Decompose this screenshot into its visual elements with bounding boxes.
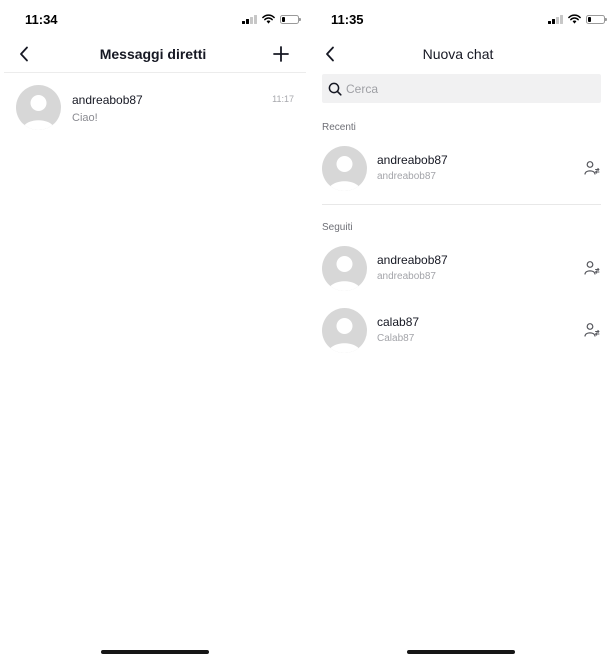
- conversation-name: andreabob87: [72, 93, 143, 107]
- back-button[interactable]: [14, 44, 34, 64]
- add-user-button[interactable]: [583, 158, 601, 178]
- wifi-icon: [567, 14, 581, 24]
- home-indicator: [101, 650, 209, 654]
- signal-icon: [548, 14, 563, 24]
- conversation-item[interactable]: andreabob87 Ciao! 11:17: [16, 84, 294, 134]
- status-bar: 11:34: [0, 0, 306, 38]
- top-nav: Nuova chat: [306, 38, 610, 72]
- signal-icon: [242, 14, 257, 24]
- page-title: Nuova chat: [422, 46, 494, 62]
- default-avatar-icon: [322, 146, 367, 191]
- user-name: calab87: [377, 315, 420, 329]
- conversation-preview: Ciao!: [72, 112, 98, 124]
- add-user-button[interactable]: [583, 258, 601, 278]
- user-handle: andreabob87: [377, 271, 436, 282]
- user-handle: andreabob87: [377, 171, 436, 182]
- search-icon: [328, 82, 342, 96]
- new-chat-button[interactable]: [270, 43, 292, 65]
- person-swap-icon: [584, 161, 600, 175]
- section-divider: [322, 204, 601, 205]
- page-title: Messaggi diretti: [99, 46, 207, 62]
- plus-icon: [273, 46, 289, 62]
- status-bar: 11:35: [306, 0, 610, 38]
- chevron-left-icon: [326, 46, 334, 62]
- add-user-button[interactable]: [583, 320, 601, 340]
- chevron-left-icon: [20, 46, 28, 62]
- default-avatar-icon: [322, 246, 367, 291]
- section-label-following: Seguiti: [322, 222, 353, 233]
- user-handle: Calab87: [377, 333, 415, 344]
- header-divider: [4, 72, 306, 73]
- user-row[interactable]: calab87 Calab87: [322, 308, 601, 356]
- status-time: 11:35: [331, 12, 364, 27]
- user-name: andreabob87: [377, 253, 448, 267]
- person-swap-icon: [584, 261, 600, 275]
- top-nav: Messaggi diretti: [0, 38, 306, 72]
- wifi-icon: [261, 14, 275, 24]
- search-input[interactable]: [346, 81, 586, 96]
- status-time: 11:34: [25, 12, 58, 27]
- user-name: andreabob87: [377, 153, 448, 167]
- section-label-recent: Recenti: [322, 122, 356, 133]
- messages-screen: 11:34 Messaggi diretti andreabob87 Ciao!…: [0, 0, 306, 660]
- home-indicator: [407, 650, 515, 654]
- search-bar[interactable]: [322, 74, 601, 103]
- back-button[interactable]: [320, 44, 340, 64]
- person-swap-icon: [584, 323, 600, 337]
- default-avatar-icon: [322, 308, 367, 353]
- user-row[interactable]: andreabob87 andreabob87: [322, 246, 601, 294]
- default-avatar-icon: [16, 85, 61, 130]
- conversation-time: 11:17: [272, 94, 294, 104]
- battery-icon: [585, 14, 607, 24]
- status-icons: [242, 14, 301, 24]
- new-chat-screen: 11:35 Nuova chat Recenti andreabob87 and…: [306, 0, 610, 660]
- status-icons: [548, 14, 607, 24]
- user-row[interactable]: andreabob87 andreabob87: [322, 146, 601, 194]
- battery-icon: [279, 14, 301, 24]
